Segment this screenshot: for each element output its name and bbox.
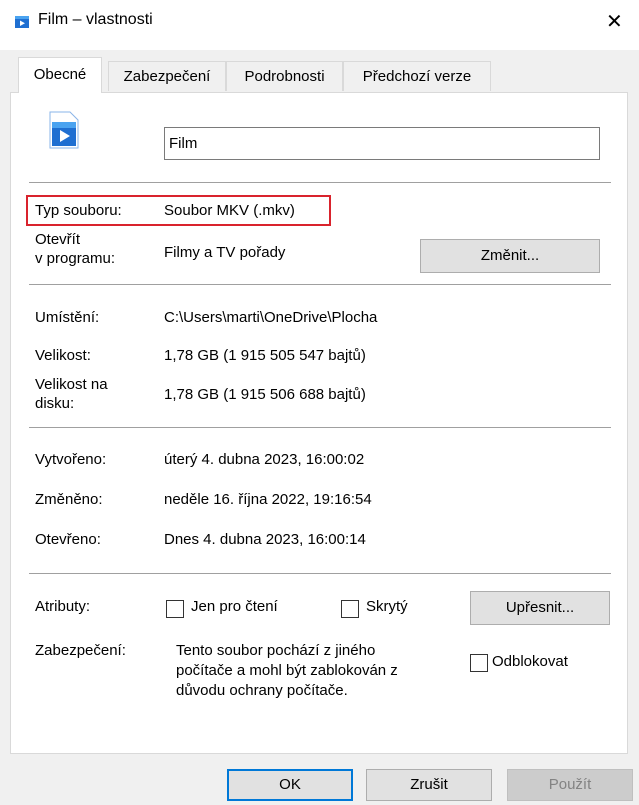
- opens-with-value: Filmy a TV pořady: [164, 244, 286, 261]
- apply-button-label: Použít: [548, 776, 592, 793]
- size-on-disk-label-line2: disku:: [35, 395, 75, 412]
- close-icon[interactable]: ✕: [606, 9, 623, 34]
- tab-security-label: Zabezpečení: [123, 68, 211, 85]
- divider: [29, 427, 611, 428]
- divider: [29, 284, 611, 285]
- title-bar: Film – vlastnosti ✕: [0, 0, 639, 50]
- cancel-button-label: Zrušit: [410, 776, 448, 793]
- file-type-label: Typ souboru:: [35, 202, 122, 219]
- security-text-line1: Tento soubor pochází z jiného: [176, 642, 376, 659]
- size-on-disk-value: 1,78 GB (1 915 506 688 bajtů): [164, 386, 366, 403]
- general-panel: Typ souboru: Soubor MKV (.mkv) Otevřít v…: [10, 92, 628, 754]
- opens-with-label-line1: Otevřít: [35, 231, 81, 248]
- divider: [29, 182, 611, 183]
- ok-button-label: OK: [279, 776, 301, 793]
- unblock-label[interactable]: Odblokovat: [492, 653, 568, 670]
- unblock-checkbox[interactable]: [470, 654, 488, 672]
- change-button-label: Změnit...: [480, 247, 540, 264]
- modified-label: Změněno:: [35, 491, 103, 508]
- accessed-value: Dnes 4. dubna 2023, 16:00:14: [164, 531, 366, 548]
- advanced-button[interactable]: Upřesnit...: [470, 591, 610, 625]
- tab-details-label: Podrobnosti: [244, 68, 325, 85]
- size-value: 1,78 GB (1 915 505 547 bajtů): [164, 347, 366, 364]
- opens-with-label-line2: v programu:: [35, 250, 116, 267]
- video-file-icon: [15, 16, 29, 28]
- tab-details[interactable]: Podrobnosti: [226, 61, 343, 91]
- security-text-line3: důvodu ochrany počítače.: [176, 682, 348, 699]
- file-type-value: Soubor MKV (.mkv): [164, 202, 295, 219]
- window-title: Film – vlastnosti: [38, 11, 153, 28]
- security-text-line2: počítače a mohl být zablokován z: [176, 662, 398, 679]
- tab-general[interactable]: Obecné: [18, 57, 102, 93]
- tab-previous-versions[interactable]: Předchozí verze: [343, 61, 491, 91]
- attributes-label: Atributy:: [35, 598, 91, 615]
- size-label: Velikost:: [35, 347, 91, 364]
- location-value: C:\Users\marti\OneDrive\Plocha: [164, 309, 378, 326]
- hidden-label[interactable]: Skrytý: [366, 598, 408, 615]
- tab-previous-versions-label: Předchozí verze: [362, 68, 472, 85]
- hidden-checkbox[interactable]: [341, 600, 359, 618]
- divider: [29, 573, 611, 574]
- apply-button[interactable]: Použít: [507, 769, 633, 801]
- cancel-button[interactable]: Zrušit: [366, 769, 492, 801]
- size-on-disk-label-line1: Velikost na: [35, 376, 108, 393]
- security-label: Zabezpečení:: [35, 642, 126, 659]
- readonly-checkbox[interactable]: [166, 600, 184, 618]
- tab-general-label: Obecné: [33, 66, 87, 83]
- created-value: úterý 4. dubna 2023, 16:00:02: [164, 451, 365, 468]
- location-label: Umístění:: [35, 309, 100, 326]
- file-name-input[interactable]: [164, 127, 600, 160]
- ok-button[interactable]: OK: [227, 769, 353, 801]
- created-label: Vytvořeno:: [35, 451, 107, 468]
- readonly-label[interactable]: Jen pro čtení: [191, 598, 278, 615]
- video-file-icon: [49, 111, 79, 149]
- accessed-label: Otevřeno:: [35, 531, 101, 548]
- advanced-button-label: Upřesnit...: [505, 599, 575, 616]
- tab-security[interactable]: Zabezpečení: [108, 61, 226, 91]
- change-button[interactable]: Změnit...: [420, 239, 600, 273]
- modified-value: neděle 16. října 2022, 19:16:54: [164, 491, 372, 508]
